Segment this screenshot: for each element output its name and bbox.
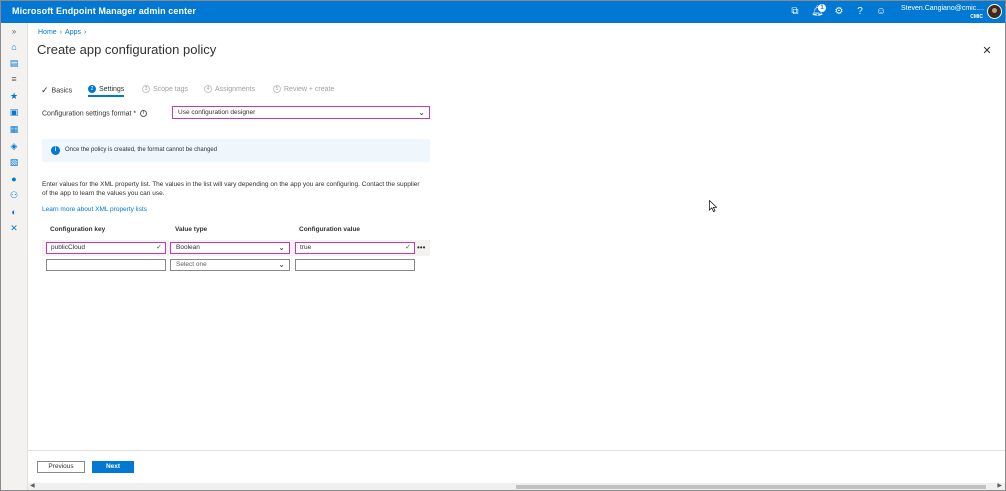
notification-badge: 1	[818, 4, 826, 12]
step-number: 2	[88, 85, 96, 93]
breadcrumb-apps[interactable]: Apps	[65, 29, 81, 36]
footer-bar: Previous Next	[28, 450, 1005, 482]
config-value-value: true	[300, 244, 312, 251]
config-value-input-empty[interactable]	[295, 259, 415, 271]
info-icon: i	[51, 146, 60, 155]
step-label: Basics	[51, 87, 73, 95]
feedback-smiley-icon[interactable]: ☺	[875, 6, 887, 18]
more-options-icon[interactable]: •••	[417, 243, 425, 252]
column-header-key: Configuration key	[50, 226, 106, 233]
top-bar: Microsoft Endpoint Manager admin center …	[1, 1, 1005, 23]
format-dropdown-value: Use configuration designer	[178, 109, 256, 116]
account-info[interactable]: Steven.Cangiano@cmic.... CMIC	[901, 5, 984, 21]
page-title: Create app configuration policy	[37, 42, 217, 57]
config-value-input[interactable]: true ✓	[295, 242, 415, 254]
step-number: 4	[204, 85, 212, 93]
chevron-down-icon: ⌄	[418, 108, 425, 117]
next-button[interactable]: Next	[92, 461, 134, 473]
description-text: Enter values for the XML property list. …	[42, 181, 420, 197]
step-review-create[interactable]: 5 Review + create	[273, 85, 334, 93]
chevron-down-icon: ⌄	[278, 260, 285, 269]
favorites-star-icon[interactable]: ★	[9, 91, 19, 101]
avatar[interactable]	[987, 4, 1002, 19]
format-dropdown[interactable]: Use configuration designer ⌄	[172, 106, 430, 119]
mouse-cursor-icon	[709, 200, 717, 212]
app-title[interactable]: Microsoft Endpoint Manager admin center	[12, 6, 196, 16]
step-scope-tags[interactable]: 3 Scope tags	[142, 85, 188, 93]
format-label: Configuration settings format * i	[42, 110, 148, 118]
step-label: Assignments	[215, 85, 256, 93]
value-type-value: Boolean	[176, 244, 200, 251]
value-type-dropdown-empty[interactable]: Select one ⌄	[170, 259, 290, 271]
config-key-value: publicCloud	[51, 244, 85, 251]
previous-button[interactable]: Previous	[37, 461, 85, 473]
endpoint-security-icon[interactable]: ◈	[9, 141, 19, 151]
step-number: 5	[273, 85, 281, 93]
users-icon[interactable]: ●	[9, 174, 19, 184]
settings-gear-icon[interactable]: ⚙	[833, 6, 845, 18]
value-type-dropdown[interactable]: Boolean ⌄	[170, 242, 290, 254]
help-icon[interactable]: ?	[854, 6, 866, 18]
checkmark-icon: ✓	[156, 244, 162, 251]
step-label: Review + create	[284, 85, 335, 93]
config-key-input-empty[interactable]	[46, 259, 166, 271]
step-label: Scope tags	[153, 85, 189, 93]
scroll-right-icon[interactable]: ▶	[997, 482, 1002, 489]
column-header-type: Value type	[175, 226, 208, 233]
step-number: 3	[142, 85, 150, 93]
learn-more-link[interactable]: Learn more about XML property lists	[42, 206, 147, 213]
left-nav-rail: » ⌂ ▤ ≡ ★ ▣ ▦ ◈ ▧ ● ⚇ ◐ ✕	[1, 23, 28, 490]
info-icon[interactable]: i	[140, 110, 148, 117]
user-name: Steven.Cangiano@cmic....	[901, 5, 984, 12]
home-icon[interactable]: ⌂	[9, 42, 19, 52]
expand-menu-icon[interactable]: »	[9, 27, 19, 37]
chevron-down-icon: ⌄	[278, 243, 285, 252]
user-org: CMIC	[970, 14, 983, 20]
scrollbar-thumb[interactable]	[516, 485, 986, 489]
reports-icon[interactable]: ▧	[9, 157, 19, 167]
step-settings[interactable]: 2 Settings	[88, 85, 125, 97]
step-assignments[interactable]: 4 Assignments	[204, 85, 255, 93]
dashboard-icon[interactable]: ▤	[9, 58, 19, 68]
tenant-admin-icon[interactable]: ◐	[9, 207, 19, 217]
horizontal-scrollbar[interactable]: ◀ ▶	[28, 482, 1005, 490]
format-label-text: Configuration settings format *	[42, 110, 137, 118]
step-label: Settings	[99, 85, 125, 93]
all-services-icon[interactable]: ≡	[9, 74, 19, 84]
close-icon[interactable]: ✕	[981, 44, 993, 57]
config-key-input[interactable]: publicCloud ✓	[46, 242, 166, 254]
checkmark-icon: ✓	[405, 244, 411, 251]
chevron-right-icon: ›	[84, 29, 87, 36]
scroll-left-icon[interactable]: ◀	[30, 482, 35, 489]
breadcrumb-home[interactable]: Home	[38, 29, 57, 36]
app-window: Microsoft Endpoint Manager admin center …	[0, 0, 1006, 491]
info-message-bar: i Once the policy is created, the format…	[42, 139, 430, 162]
chevron-right-icon: ›	[59, 29, 63, 36]
devices-icon[interactable]: ▣	[9, 107, 19, 117]
column-header-value: Configuration value	[299, 226, 361, 233]
apps-grid-icon[interactable]: ▦	[9, 124, 19, 134]
checkmark-icon: ✓	[41, 85, 49, 95]
remote-icon[interactable]: ⧉	[789, 6, 801, 18]
groups-icon[interactable]: ⚇	[9, 190, 19, 200]
breadcrumb: Home › Apps ›	[38, 29, 89, 36]
value-type-placeholder: Select one	[176, 261, 207, 268]
troubleshooting-icon[interactable]: ✕	[9, 223, 19, 233]
info-message-text: Once the policy is created, the format c…	[65, 147, 218, 153]
step-basics[interactable]: ✓ Basics	[41, 85, 72, 96]
